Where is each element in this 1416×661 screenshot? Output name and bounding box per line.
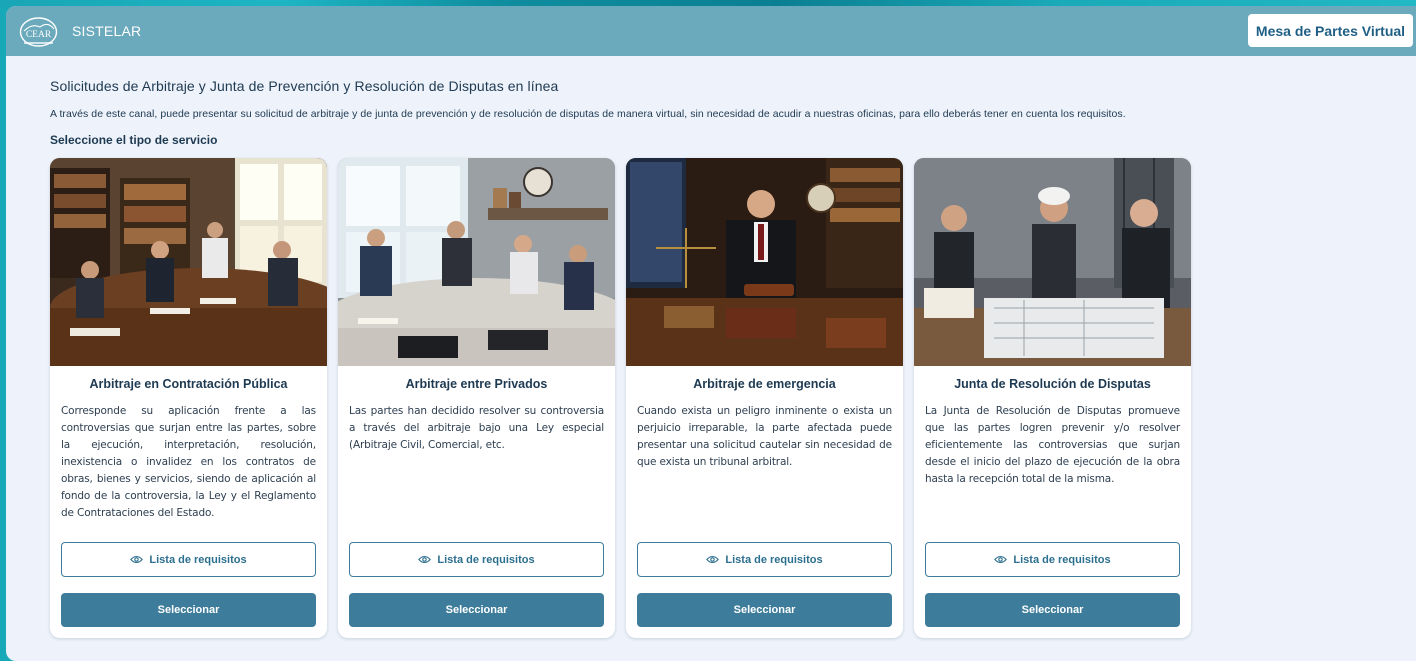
requirements-button[interactable]: Lista de requisitos [637,542,892,577]
service-card-contratacion-publica: Arbitraje en Contratación Pública Corres… [50,158,327,638]
requirements-label: Lista de requisitos [149,553,247,566]
logo-text: CEAR [26,30,52,40]
eye-icon [130,555,144,564]
card-image-construction [914,158,1191,366]
requirements-button[interactable]: Lista de requisitos [349,542,604,577]
requirements-label: Lista de requisitos [437,553,535,566]
page-description: A través de este canal, puede presentar … [50,108,1126,120]
service-card-privados: Arbitraje entre Privados Las partes han … [338,158,615,638]
app-brand: SISTELAR [72,23,142,39]
page-title: Solicitudes de Arbitraje y Junta de Prev… [50,78,559,94]
card-image-meeting [50,158,327,366]
eye-icon [706,555,720,564]
select-button[interactable]: Seleccionar [61,593,316,627]
main-content: Solicitudes de Arbitraje y Junta de Prev… [50,78,1230,638]
service-card-junta-resolucion: Junta de Resolución de Disputas La Junta… [914,158,1191,638]
requirements-button[interactable]: Lista de requisitos [925,542,1180,577]
card-description: La Junta de Resolución de Disputas promu… [925,405,1180,485]
mesa-de-partes-button[interactable]: Mesa de Partes Virtual [1248,14,1413,47]
card-title: Arbitraje entre Privados [405,377,548,391]
cear-logo: CEAR [19,17,58,47]
select-button[interactable]: Seleccionar [925,593,1180,627]
select-button[interactable]: Seleccionar [349,593,604,627]
card-description: Cuando exista un peligro inminente o exi… [637,405,892,468]
card-image-meeting [338,158,615,366]
requirements-button[interactable]: Lista de requisitos [61,542,316,577]
app-frame: CEAR SISTELAR Mesa de Partes Virtual Sol… [6,6,1416,661]
requirements-label: Lista de requisitos [725,553,823,566]
card-description: Corresponde su aplicación frente a las c… [61,405,316,519]
eye-icon [994,555,1008,564]
card-title: Arbitraje en Contratación Pública [89,377,288,391]
select-button[interactable]: Seleccionar [637,593,892,627]
requirements-label: Lista de requisitos [1013,553,1111,566]
card-title: Junta de Resolución de Disputas [954,377,1151,391]
section-title: Seleccione el tipo de servicio [50,133,218,147]
eye-icon [418,555,432,564]
card-title: Arbitraje de emergencia [693,377,836,391]
card-description: Las partes han decidido resolver su cont… [349,405,604,451]
card-image-gavel [626,158,903,366]
service-card-emergencia: Arbitraje de emergencia Cuando exista un… [626,158,903,638]
service-cards: Arbitraje en Contratación Pública Corres… [50,158,1230,638]
app-header: CEAR SISTELAR Mesa de Partes Virtual [6,6,1416,56]
